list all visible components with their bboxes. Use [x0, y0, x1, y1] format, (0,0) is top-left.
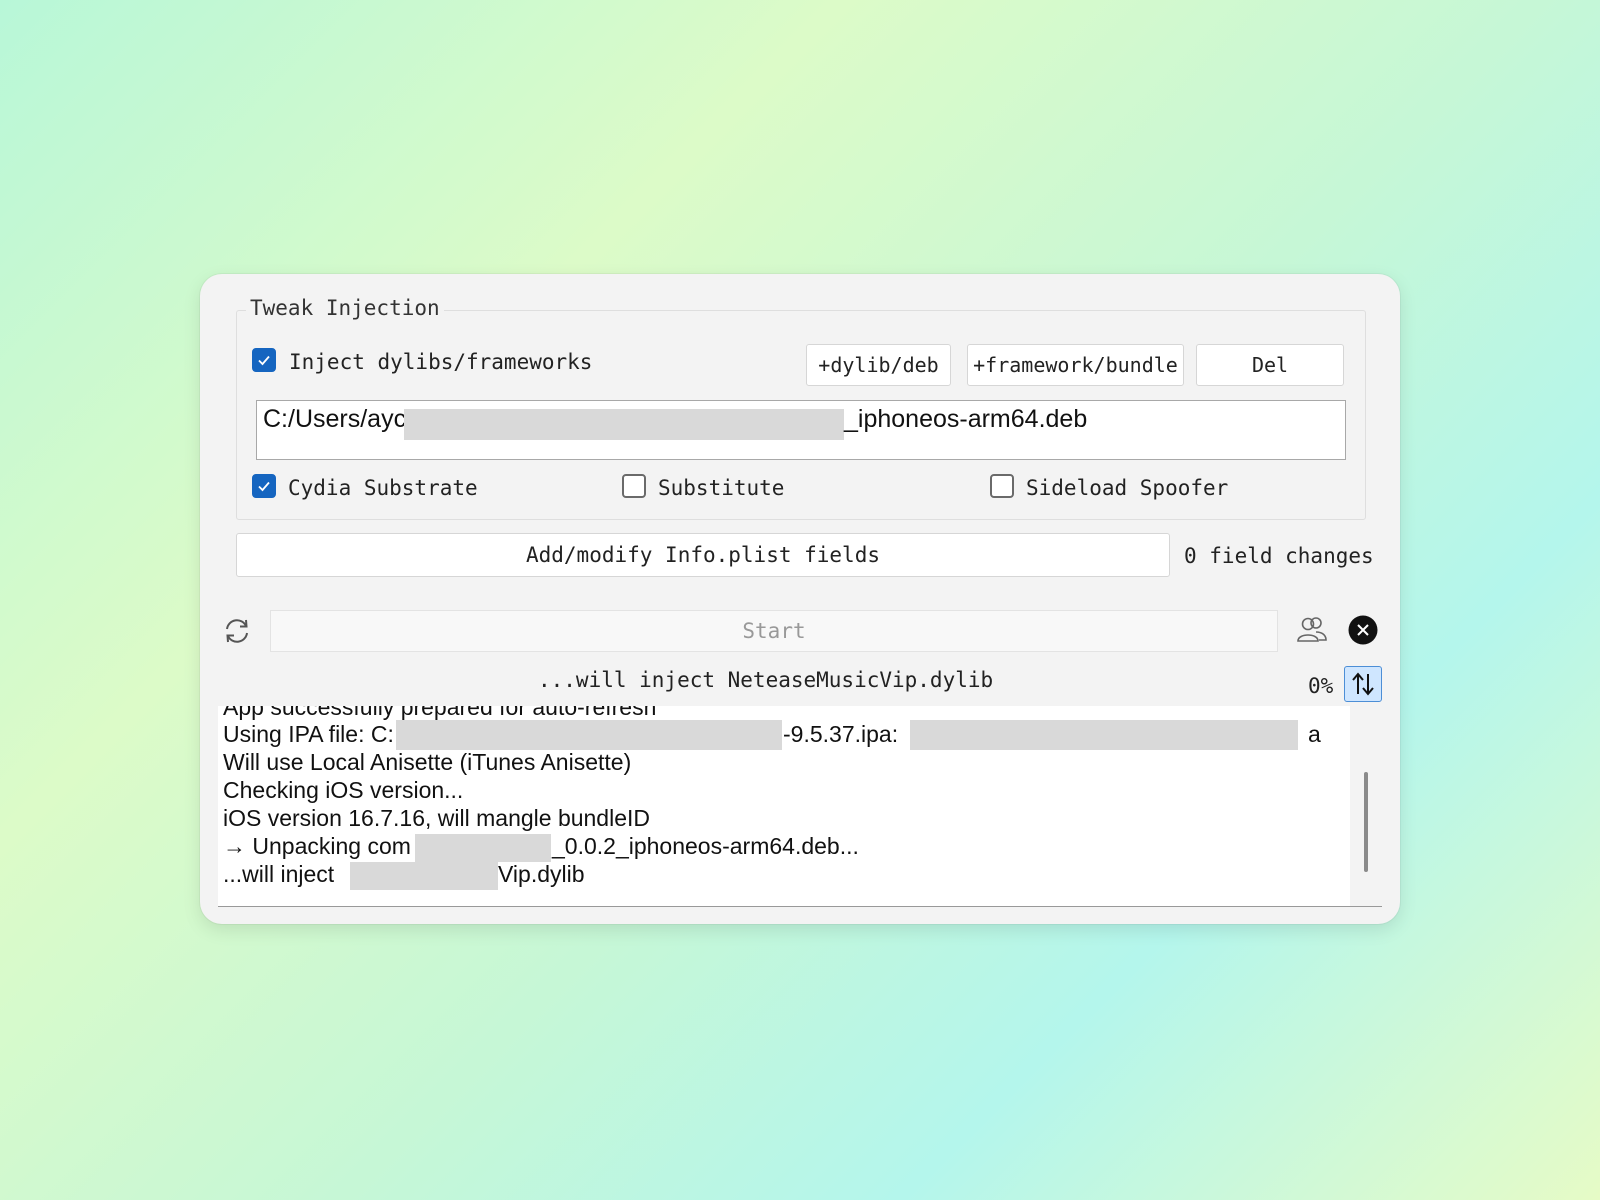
log-line: Will use Local Anisette (iTunes Anisette… — [223, 749, 632, 775]
log-ipa-tail: a — [1308, 721, 1321, 747]
users-icon[interactable] — [1294, 612, 1330, 648]
sort-arrows-icon — [1352, 672, 1374, 696]
redacted-region — [415, 834, 551, 862]
sideload-spoofer-checkbox[interactable] — [990, 474, 1014, 498]
plist-fields-button[interactable]: Add/modify Info.plist fields — [236, 533, 1170, 577]
app-window: Tweak Injection Inject dylibs/frameworks… — [200, 274, 1400, 924]
substitute-label: Substitute — [658, 476, 785, 500]
log-line: Checking iOS version... — [223, 777, 464, 803]
status-text: ...will inject NeteaseMusicVip.dylib — [538, 668, 994, 692]
field-changes-count: 0 field changes — [1184, 544, 1374, 568]
sort-button[interactable] — [1344, 666, 1382, 702]
inject-checkbox-label: Inject dylibs/frameworks — [289, 350, 593, 374]
log-inject-tail: Vip.dylib — [498, 861, 585, 887]
close-icon[interactable] — [1348, 615, 1378, 645]
dylib-path-field[interactable]: C:/Users/ayc _iphoneos-arm64.deb — [256, 400, 1346, 460]
redacted-region — [910, 720, 1298, 750]
add-framework-button[interactable]: +framework/bundle — [967, 344, 1184, 386]
refresh-icon[interactable] — [220, 614, 254, 648]
log-scrollbar-thumb[interactable] — [1364, 772, 1368, 872]
delete-button[interactable]: Del — [1196, 344, 1344, 386]
check-icon — [258, 355, 270, 366]
path-suffix: _iphoneos-arm64.deb — [844, 405, 1088, 433]
check-icon — [258, 481, 270, 492]
cydia-substrate-label: Cydia Substrate — [288, 476, 478, 500]
start-button[interactable]: Start — [270, 610, 1278, 652]
redacted-region — [404, 409, 844, 440]
path-prefix: C:/Users/ayc — [263, 405, 407, 433]
log-line: App successfully prepared for auto-refre… — [223, 706, 657, 720]
progress-percent: 0% — [1308, 674, 1334, 698]
log-unpack-tail: _0.0.2_iphoneos-arm64.deb... — [552, 833, 859, 859]
log-ipa-version: -9.5.37.ipa: — [783, 721, 899, 747]
substitute-checkbox[interactable] — [622, 474, 646, 498]
sideload-spoofer-label: Sideload Spoofer — [1026, 476, 1229, 500]
log-divider — [218, 906, 1382, 907]
redacted-region — [396, 720, 782, 750]
log-line: iOS version 16.7.16, will mangle bundleI… — [223, 805, 651, 831]
cydia-substrate-checkbox[interactable] — [252, 474, 276, 498]
log-line: ...will inject — [223, 861, 335, 887]
log-line: → Unpacking com — [223, 833, 411, 859]
inject-checkbox[interactable] — [252, 348, 276, 372]
add-dylib-button[interactable]: +dylib/deb — [806, 344, 951, 386]
log-output[interactable]: App successfully prepared for auto-refre… — [218, 706, 1350, 906]
redacted-region — [350, 862, 498, 890]
group-title: Tweak Injection — [246, 296, 444, 320]
